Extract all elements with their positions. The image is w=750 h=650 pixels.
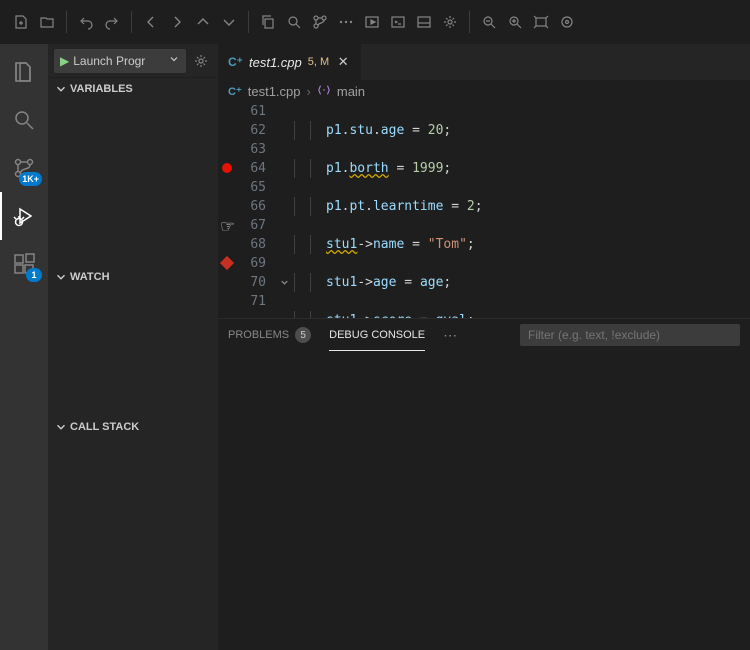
terminal-icon[interactable] bbox=[385, 9, 411, 35]
breadcrumb-symbol: main bbox=[337, 84, 365, 99]
panel-overflow-icon[interactable]: ⋯ bbox=[443, 327, 459, 344]
tab-status: 5, M bbox=[308, 56, 329, 68]
open-file-icon[interactable] bbox=[34, 9, 60, 35]
launch-config-dropdown[interactable]: ▶ Launch Progr bbox=[54, 49, 186, 73]
fit-screen-icon[interactable] bbox=[528, 9, 554, 35]
panel-filter-input[interactable] bbox=[520, 324, 740, 346]
cpp-icon: C⁺ bbox=[228, 85, 242, 98]
debug-console-tab[interactable]: DEBUG CONSOLE bbox=[329, 319, 425, 351]
symbol-icon bbox=[317, 83, 331, 100]
scm-badge: 1K+ bbox=[19, 172, 42, 186]
copy-icon[interactable] bbox=[255, 9, 281, 35]
zoom-in-icon[interactable] bbox=[502, 9, 528, 35]
code-editor[interactable]: p1.stu.age = 20; p1.borth = 1999; p1.pt.… bbox=[290, 102, 750, 318]
nav-up-icon[interactable] bbox=[190, 9, 216, 35]
debug-sidebar: ▶ Launch Progr VARIABLES WATCH CALL STAC… bbox=[48, 44, 218, 650]
bottom-panel: PROBLEMS 5 DEBUG CONSOLE ⋯ bbox=[218, 318, 750, 650]
scm-tab[interactable]: 1K+ bbox=[0, 144, 48, 192]
zoom-out-icon[interactable] bbox=[476, 9, 502, 35]
problems-count: 5 bbox=[295, 327, 311, 343]
launch-label: Launch Progr bbox=[73, 54, 145, 68]
branch-icon[interactable] bbox=[307, 9, 333, 35]
extensions-tab[interactable]: 1 bbox=[0, 240, 48, 288]
nav-back-icon[interactable] bbox=[138, 9, 164, 35]
fold-icon[interactable] bbox=[278, 276, 290, 288]
editor-tabbar: C⁺ test1.cpp 5, M ✕ bbox=[218, 44, 750, 80]
tab-filename: test1.cpp bbox=[249, 55, 302, 70]
editor-area: C⁺ test1.cpp 5, M ✕ C⁺ test1.cpp › main … bbox=[218, 44, 750, 650]
editor-tab[interactable]: C⁺ test1.cpp 5, M ✕ bbox=[218, 44, 362, 80]
panel-icon[interactable] bbox=[411, 9, 437, 35]
undo-icon[interactable] bbox=[73, 9, 99, 35]
chevron-right-icon: › bbox=[307, 84, 311, 99]
new-file-icon[interactable] bbox=[8, 9, 34, 35]
breadcrumb-file: test1.cpp bbox=[248, 84, 301, 99]
search-tab[interactable] bbox=[0, 96, 48, 144]
ext-badge: 1 bbox=[26, 268, 42, 282]
breakpoint-icon[interactable] bbox=[222, 163, 232, 173]
line-number-gutter: 61 62 63 64 65 66 67 68 69 70 71 bbox=[236, 102, 278, 318]
nav-down-icon[interactable] bbox=[216, 9, 242, 35]
activity-bar: 1K+ 1 bbox=[0, 44, 48, 650]
chevron-down-icon bbox=[168, 53, 180, 68]
debug-console-body[interactable] bbox=[218, 351, 750, 650]
variables-section-header[interactable]: VARIABLES bbox=[48, 78, 218, 100]
search-icon[interactable] bbox=[281, 9, 307, 35]
nav-forward-icon[interactable] bbox=[164, 9, 190, 35]
launch-settings-button[interactable] bbox=[190, 50, 212, 72]
debug-tab[interactable] bbox=[0, 192, 48, 240]
play-icon: ▶ bbox=[60, 54, 69, 68]
problems-tab[interactable]: PROBLEMS 5 bbox=[228, 319, 311, 351]
settings-icon[interactable] bbox=[437, 9, 463, 35]
breakpoint-diamond-icon[interactable] bbox=[220, 256, 234, 270]
explorer-tab[interactable] bbox=[0, 48, 48, 96]
debug-run-icon[interactable] bbox=[359, 9, 385, 35]
callstack-section-header[interactable]: CALL STACK bbox=[48, 416, 218, 438]
fold-column bbox=[278, 102, 290, 318]
close-icon[interactable]: ✕ bbox=[335, 54, 351, 70]
watch-section-header[interactable]: WATCH bbox=[48, 266, 218, 288]
target-icon[interactable] bbox=[554, 9, 580, 35]
debug-toolbar bbox=[0, 0, 750, 44]
redo-icon[interactable] bbox=[99, 9, 125, 35]
glyph-margin[interactable]: ☞ bbox=[218, 102, 236, 318]
overflow-icon[interactable] bbox=[333, 9, 359, 35]
breadcrumb[interactable]: C⁺ test1.cpp › main bbox=[218, 80, 750, 102]
cpp-icon: C⁺ bbox=[228, 55, 243, 69]
